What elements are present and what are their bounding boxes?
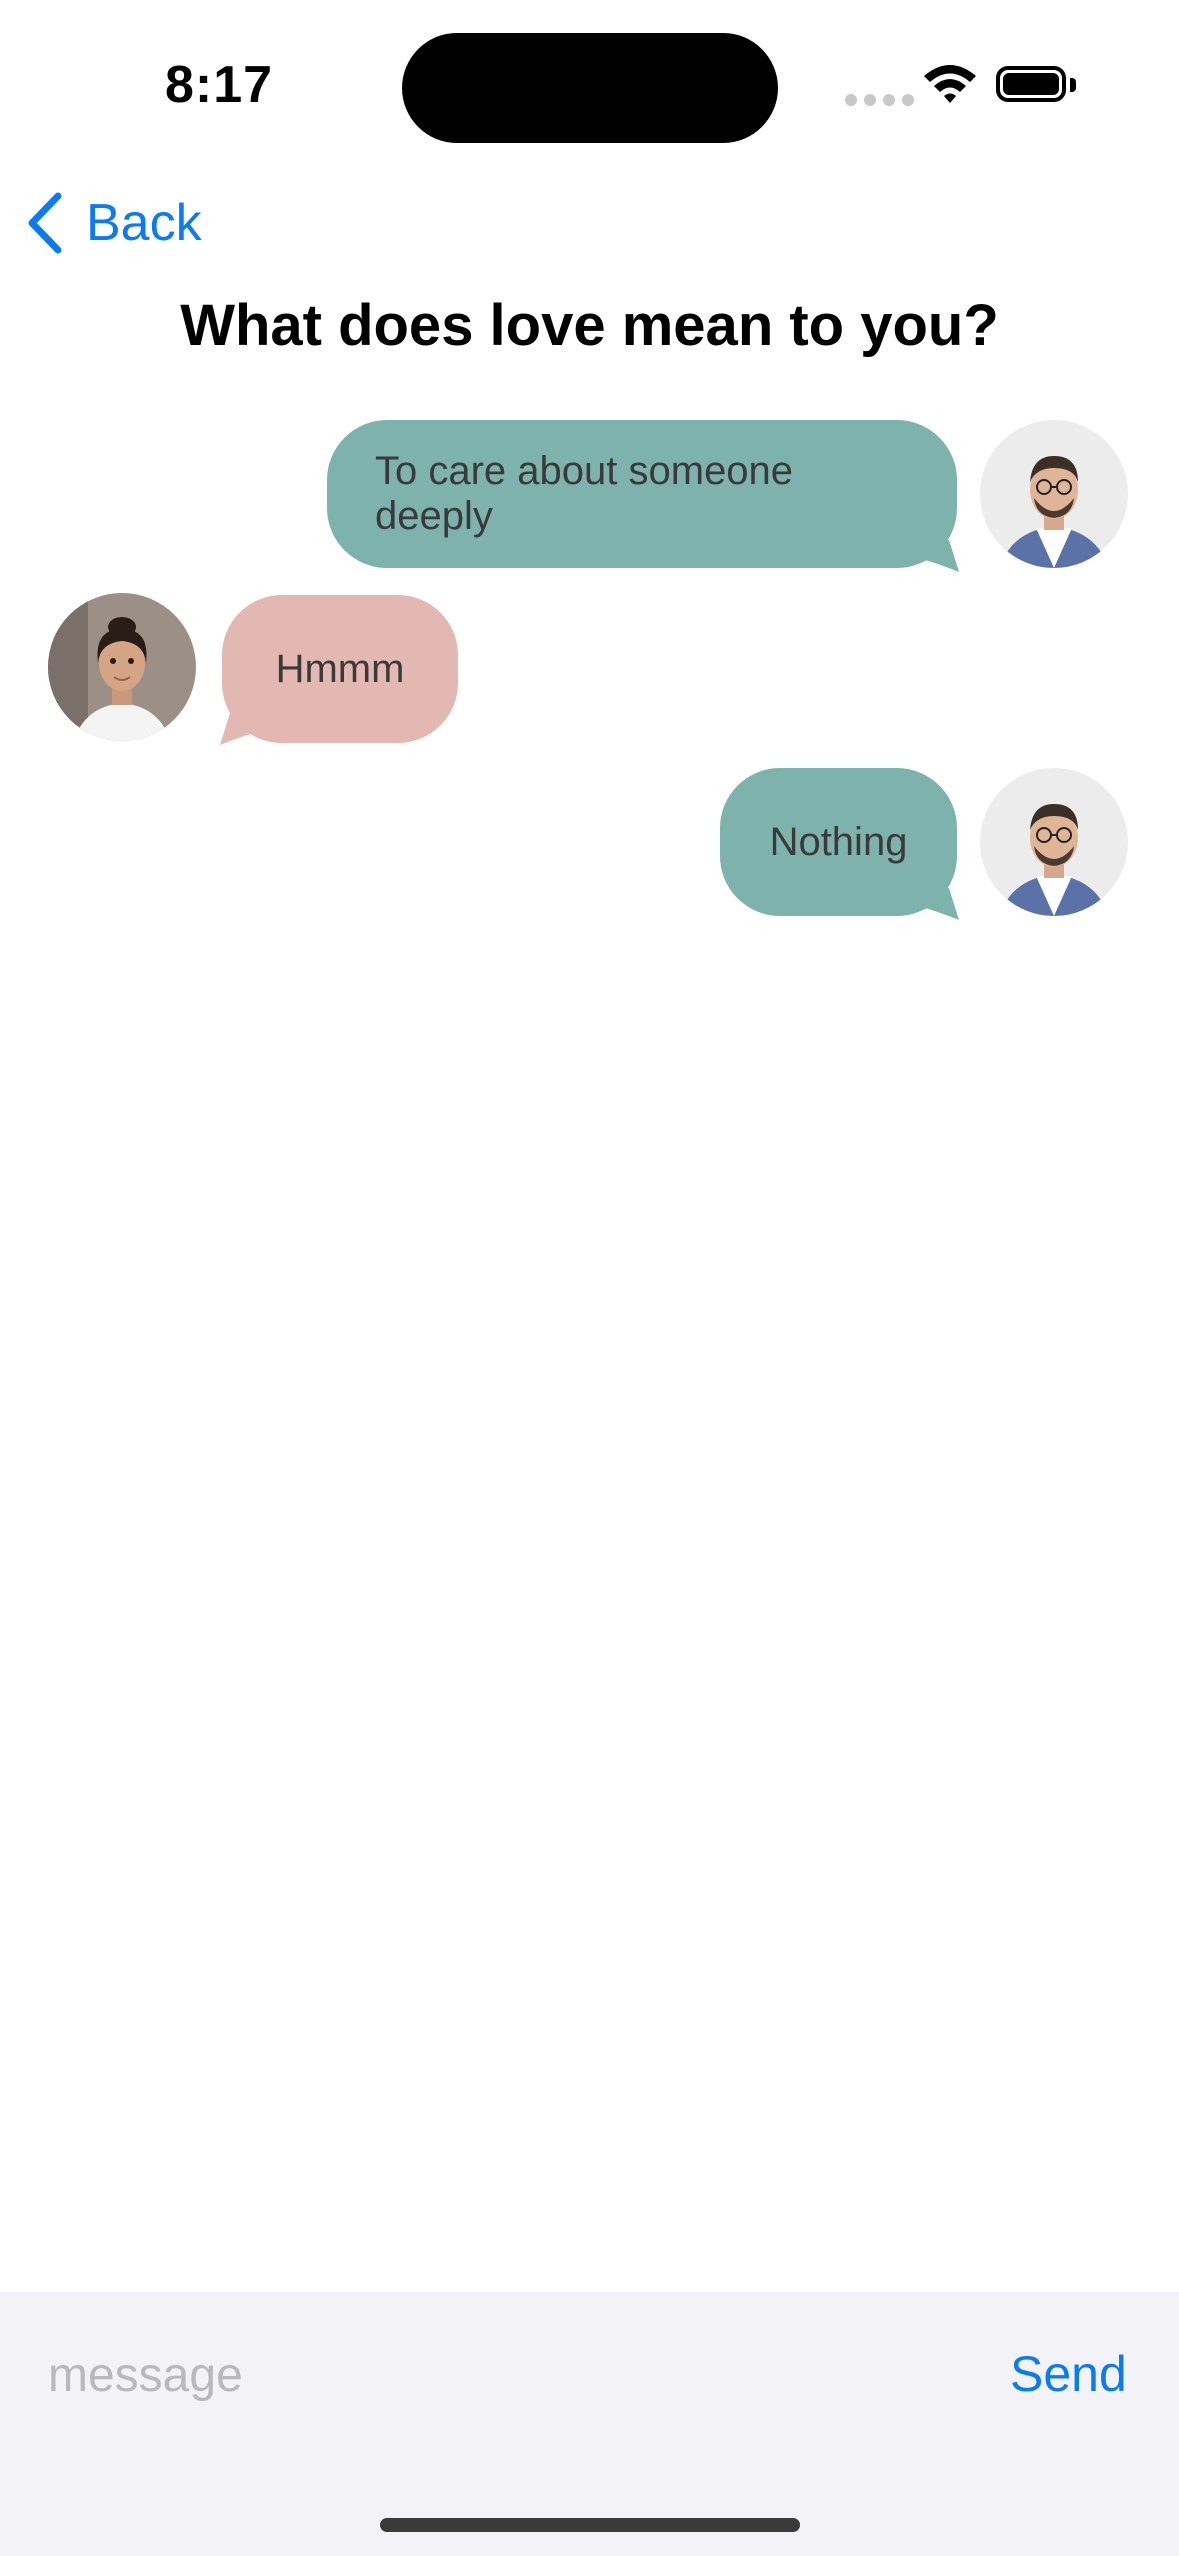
message-text: Hmmm xyxy=(275,646,405,691)
bubble-tail xyxy=(925,540,959,572)
avatar-man xyxy=(980,768,1128,916)
back-button[interactable]: Back xyxy=(24,192,202,254)
status-time: 8:17 xyxy=(165,56,274,114)
bubble-tail xyxy=(925,888,959,920)
cellular-signal-icon xyxy=(845,94,914,106)
battery-cap xyxy=(1070,78,1076,92)
send-button[interactable]: Send xyxy=(1010,2345,1127,2403)
chevron-left-icon xyxy=(28,192,62,254)
dynamic-island xyxy=(402,33,778,143)
avatar-man xyxy=(980,420,1128,568)
outgoing-message-bubble: To care about someone deeply xyxy=(327,420,957,568)
message-input[interactable] xyxy=(48,2340,948,2410)
composer-bar xyxy=(0,2292,1179,2556)
home-indicator[interactable] xyxy=(380,2518,800,2532)
wifi-icon xyxy=(924,65,976,103)
page-title: What does love mean to you? xyxy=(180,293,999,358)
back-label: Back xyxy=(86,194,202,252)
message-text: To care about someone deeply xyxy=(375,449,794,538)
outgoing-message-bubble: Nothing xyxy=(720,768,957,916)
avatar-woman xyxy=(48,593,196,741)
battery-icon xyxy=(996,66,1066,102)
message-text: Nothing xyxy=(769,819,908,864)
incoming-message-bubble: Hmmm xyxy=(222,595,458,743)
